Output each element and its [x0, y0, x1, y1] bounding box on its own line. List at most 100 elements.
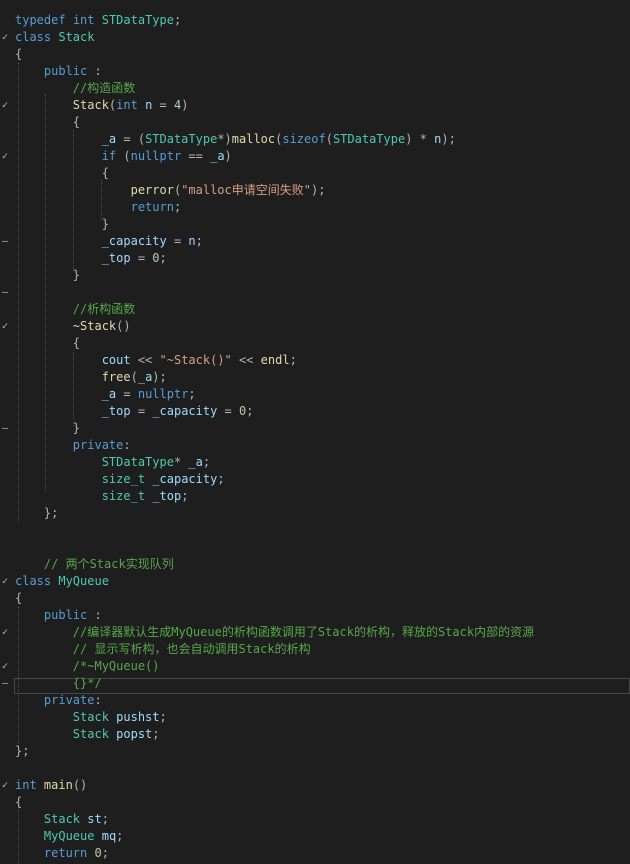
code-line[interactable]: {	[0, 46, 630, 63]
fold-marker-icon[interactable]: ✓	[0, 97, 10, 114]
code-line[interactable]: // 显示写析构，也会自动调用Stack的析构	[0, 641, 630, 658]
code-token: =	[116, 387, 138, 401]
fold-marker-icon[interactable]: ✓	[0, 29, 10, 46]
gutter-mark	[0, 165, 10, 182]
gutter-mark	[0, 692, 10, 709]
code-line[interactable]	[0, 760, 630, 777]
code-token: public	[43, 608, 88, 622]
code-line[interactable]: – _capacity = n;	[0, 233, 630, 250]
code-token: )	[181, 98, 189, 112]
gutter-mark	[0, 539, 10, 556]
code-line[interactable]: _top = _capacity = 0;	[0, 403, 630, 420]
gutter-mark	[0, 845, 10, 862]
code-token: ;	[116, 829, 124, 843]
gutter-mark	[0, 63, 10, 80]
code-line[interactable]: size_t _capacity;	[0, 471, 630, 488]
code-line[interactable]: – {}*/	[0, 675, 630, 692]
code-line[interactable]: STDataType* _a;	[0, 454, 630, 471]
code-line[interactable]: public :	[0, 607, 630, 624]
code-line[interactable]: ✓ class MyQueue	[0, 573, 630, 590]
code-line[interactable]: Stack pushst;	[0, 709, 630, 726]
code-line[interactable]: perror("malloc申请空间失败");	[0, 182, 630, 199]
code-line[interactable]: };	[0, 743, 630, 760]
code-line[interactable]: }	[0, 216, 630, 233]
code-line[interactable]: {	[0, 165, 630, 182]
code-token: typedef	[15, 13, 66, 27]
code-line[interactable]	[0, 539, 630, 556]
code-line[interactable]: ✓ Stack(int n = 4)	[0, 97, 630, 114]
code-line[interactable]: private:	[0, 437, 630, 454]
code-token: _top	[101, 404, 131, 418]
code-line[interactable]: ✓ /*~MyQueue()	[0, 658, 630, 675]
code-text: {}*/	[15, 675, 102, 692]
fold-marker-icon[interactable]: ✓	[0, 624, 10, 641]
code-line[interactable]: typedef int STDataType;	[0, 12, 630, 29]
code-line[interactable]: – }	[0, 420, 630, 437]
code-line[interactable]: ✓ if (nullptr == _a)	[0, 148, 630, 165]
code-text: private:	[15, 692, 102, 709]
gutter-mark	[0, 488, 10, 505]
code-line[interactable]: _a = nullptr;	[0, 386, 630, 403]
code-line[interactable]: public :	[0, 63, 630, 80]
gutter-mark	[0, 641, 10, 658]
code-line[interactable]: Stack st;	[0, 811, 630, 828]
code-line[interactable]: {	[0, 114, 630, 131]
gutter-mark	[0, 811, 10, 828]
code-line[interactable]: Stack popst;	[0, 726, 630, 743]
code-text: /*~MyQueue()	[15, 658, 160, 675]
code-line[interactable]: return;	[0, 199, 630, 216]
code-line[interactable]: {	[0, 590, 630, 607]
code-line[interactable]: };	[0, 505, 630, 522]
code-line[interactable]: //析构函数	[0, 301, 630, 318]
code-line[interactable]: private:	[0, 692, 630, 709]
code-token: :	[94, 693, 102, 707]
code-token: _capacity	[152, 404, 218, 418]
fold-marker-icon[interactable]: ✓	[0, 148, 10, 165]
code-line[interactable]: _top = 0;	[0, 250, 630, 267]
code-token: 0	[152, 251, 160, 265]
code-token: STDataType	[101, 13, 174, 27]
code-token: mq	[101, 829, 117, 843]
code-line[interactable]: // 两个Stack实现队列	[0, 556, 630, 573]
code-line[interactable]: free(_a);	[0, 369, 630, 386]
code-token: ()	[116, 319, 131, 333]
code-token: _a	[137, 370, 153, 384]
code-token: (	[130, 370, 138, 384]
code-text: }	[15, 267, 80, 284]
gutter-mark	[0, 114, 10, 131]
code-line[interactable]	[0, 522, 630, 539]
code-line[interactable]: MyQueue mq;	[0, 828, 630, 845]
code-line[interactable]: cout << "~Stack()" << endl;	[0, 352, 630, 369]
code-line[interactable]: _a = (STDataType*)malloc(sizeof(STDataTy…	[0, 131, 630, 148]
fold-marker-icon[interactable]: ✓	[0, 658, 10, 675]
code-token: {	[15, 47, 23, 61]
code-token: n	[188, 234, 196, 248]
gutter-mark	[0, 250, 10, 267]
code-line[interactable]: {	[0, 335, 630, 352]
code-line[interactable]: }	[0, 267, 630, 284]
code-line[interactable]: {	[0, 794, 630, 811]
code-line[interactable]: ✓ class Stack	[0, 29, 630, 46]
code-token: ) *	[405, 132, 435, 146]
fold-marker-icon[interactable]: ✓	[0, 777, 10, 794]
fold-marker-icon[interactable]: ✓	[0, 573, 10, 590]
code-text: };	[15, 505, 58, 522]
gutter-mark	[0, 369, 10, 386]
code-line[interactable]: size_t _top;	[0, 488, 630, 505]
code-line[interactable]: ✓ ~Stack()	[0, 318, 630, 335]
code-line[interactable]: ✓ //编译器默认生成MyQueue的析构函数调用了Stack的析构，释放的St…	[0, 624, 630, 641]
code-line[interactable]: ✓ int main()	[0, 777, 630, 794]
fold-marker-icon[interactable]: ✓	[0, 318, 10, 335]
code-token: 0	[94, 846, 102, 860]
code-line[interactable]: –	[0, 284, 630, 301]
code-token: {}*/	[72, 676, 102, 690]
code-line[interactable]: return 0;	[0, 845, 630, 862]
code-line[interactable]: //构造函数	[0, 80, 630, 97]
code-editor[interactable]: typedef int STDataType; ✓ class Stack{ pub…	[0, 0, 630, 864]
